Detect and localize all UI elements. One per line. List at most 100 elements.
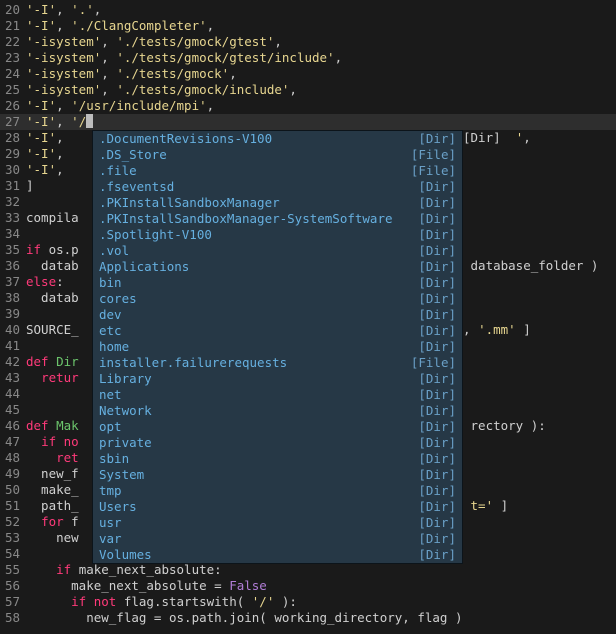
code-content[interactable]: '-I', '/ (26, 114, 616, 130)
autocomplete-item[interactable]: var[Dir] (93, 531, 462, 547)
autocomplete-kind: [Dir] (418, 307, 456, 323)
autocomplete-item[interactable]: usr[Dir] (93, 515, 462, 531)
autocomplete-kind: [Dir] (418, 515, 456, 531)
code-fragment: database_folder ) (463, 258, 598, 274)
code-content[interactable]: '-isystem', './tests/gmock', (26, 66, 616, 82)
autocomplete-item[interactable]: .PKInstallSandboxManager[Dir] (93, 195, 462, 211)
autocomplete-kind: [File] (411, 355, 456, 371)
code-line[interactable]: 57 if not flag.startswith( '/' ): (0, 594, 616, 610)
autocomplete-item[interactable]: home[Dir] (93, 339, 462, 355)
line-number: 55 (0, 562, 26, 578)
autocomplete-item[interactable]: dev[Dir] (93, 307, 462, 323)
code-line[interactable]: 21'-I', './ClangCompleter', (0, 18, 616, 34)
line-number: 27 (0, 114, 26, 130)
autocomplete-item[interactable]: .DocumentRevisions-V100[Dir] (93, 131, 462, 147)
code-line[interactable]: 27'-I', '/ (0, 114, 616, 130)
code-fragment: t=' ] (463, 498, 508, 514)
autocomplete-label: Network (99, 403, 418, 419)
autocomplete-item[interactable]: sbin[Dir] (93, 451, 462, 467)
code-content[interactable]: '-I', './ClangCompleter', (26, 18, 616, 34)
code-content[interactable]: if make_next_absolute: (26, 562, 616, 578)
code-line[interactable]: 58 new_flag = os.path.join( working_dire… (0, 610, 616, 626)
autocomplete-item[interactable]: .file[File] (93, 163, 462, 179)
code-content[interactable]: make_next_absolute = False (26, 578, 616, 594)
autocomplete-label: Users (99, 499, 418, 515)
autocomplete-item[interactable]: .vol[Dir] (93, 243, 462, 259)
autocomplete-kind: [Dir] (418, 323, 456, 339)
autocomplete-item[interactable]: .DS_Store[File] (93, 147, 462, 163)
code-content[interactable]: '-isystem', './tests/gmock/include', (26, 82, 616, 98)
autocomplete-label: .DS_Store (99, 147, 411, 163)
autocomplete-item[interactable]: cores[Dir] (93, 291, 462, 307)
code-content[interactable]: '-isystem', './tests/gmock/gtest/include… (26, 50, 616, 66)
autocomplete-item[interactable]: Users[Dir] (93, 499, 462, 515)
autocomplete-item[interactable]: System[Dir] (93, 467, 462, 483)
autocomplete-item[interactable]: Network[Dir] (93, 403, 462, 419)
autocomplete-label: .DocumentRevisions-V100 (99, 131, 418, 147)
code-content[interactable]: '-isystem', './tests/gmock/gtest', (26, 34, 616, 50)
autocomplete-label: .PKInstallSandboxManager-SystemSoftware (99, 211, 418, 227)
autocomplete-label: .fseventsd (99, 179, 418, 195)
line-number: 41 (0, 338, 26, 354)
autocomplete-kind: [Dir] (418, 419, 456, 435)
autocomplete-item[interactable]: .fseventsd[Dir] (93, 179, 462, 195)
code-fragment: [Dir] ', (463, 130, 531, 146)
autocomplete-item[interactable]: tmp[Dir] (93, 483, 462, 499)
code-line[interactable]: 26'-I', '/usr/include/mpi', (0, 98, 616, 114)
autocomplete-item[interactable]: .Spotlight-V100[Dir] (93, 227, 462, 243)
autocomplete-item[interactable]: private[Dir] (93, 435, 462, 451)
autocomplete-kind: [Dir] (418, 531, 456, 547)
code-line[interactable]: 23'-isystem', './tests/gmock/gtest/inclu… (0, 50, 616, 66)
code-content[interactable]: '-I', '/usr/include/mpi', (26, 98, 616, 114)
code-line[interactable]: 22'-isystem', './tests/gmock/gtest', (0, 34, 616, 50)
line-number: 53 (0, 530, 26, 546)
line-number: 49 (0, 466, 26, 482)
code-line[interactable]: 20'-I', '.', (0, 2, 616, 18)
line-number: 30 (0, 162, 26, 178)
autocomplete-item[interactable]: Applications[Dir] (93, 259, 462, 275)
autocomplete-popup[interactable]: .DocumentRevisions-V100[Dir].DS_Store[Fi… (92, 130, 463, 564)
line-number: 44 (0, 386, 26, 402)
line-number: 56 (0, 578, 26, 594)
autocomplete-item[interactable]: etc[Dir] (93, 323, 462, 339)
line-number: 26 (0, 98, 26, 114)
autocomplete-label: installer.failurerequests (99, 355, 411, 371)
autocomplete-kind: [Dir] (418, 259, 456, 275)
autocomplete-kind: [Dir] (418, 211, 456, 227)
autocomplete-kind: [Dir] (418, 339, 456, 355)
code-content[interactable]: if not flag.startswith( '/' ): (26, 594, 616, 610)
code-line[interactable]: 25'-isystem', './tests/gmock/include', (0, 82, 616, 98)
autocomplete-kind: [Dir] (418, 131, 456, 147)
autocomplete-label: System (99, 467, 418, 483)
code-content[interactable]: new_flag = os.path.join( working_directo… (26, 610, 616, 626)
line-number: 22 (0, 34, 26, 50)
line-number: 31 (0, 178, 26, 194)
code-content[interactable]: '-I', '.', (26, 2, 616, 18)
autocomplete-label: .PKInstallSandboxManager (99, 195, 418, 211)
code-fragment: , '.mm' ] (463, 322, 531, 338)
autocomplete-item[interactable]: Volumes[Dir] (93, 547, 462, 563)
autocomplete-kind: [Dir] (418, 547, 456, 563)
autocomplete-kind: [Dir] (418, 499, 456, 515)
autocomplete-item[interactable]: Library[Dir] (93, 371, 462, 387)
line-number: 45 (0, 402, 26, 418)
autocomplete-item[interactable]: opt[Dir] (93, 419, 462, 435)
line-number: 46 (0, 418, 26, 434)
autocomplete-item[interactable]: bin[Dir] (93, 275, 462, 291)
line-number: 20 (0, 2, 26, 18)
code-line[interactable]: 24'-isystem', './tests/gmock', (0, 66, 616, 82)
code-line[interactable]: 56 make_next_absolute = False (0, 578, 616, 594)
autocomplete-item[interactable]: net[Dir] (93, 387, 462, 403)
autocomplete-item[interactable]: installer.failurerequests[File] (93, 355, 462, 371)
code-line[interactable]: 55 if make_next_absolute: (0, 562, 616, 578)
autocomplete-label: Library (99, 371, 418, 387)
autocomplete-label: Volumes (99, 547, 418, 563)
autocomplete-label: sbin (99, 451, 418, 467)
autocomplete-item[interactable]: .PKInstallSandboxManager-SystemSoftware[… (93, 211, 462, 227)
autocomplete-label: Applications (99, 259, 418, 275)
autocomplete-kind: [Dir] (418, 435, 456, 451)
autocomplete-kind: [Dir] (418, 387, 456, 403)
line-number: 51 (0, 498, 26, 514)
autocomplete-label: .vol (99, 243, 418, 259)
line-number: 25 (0, 82, 26, 98)
